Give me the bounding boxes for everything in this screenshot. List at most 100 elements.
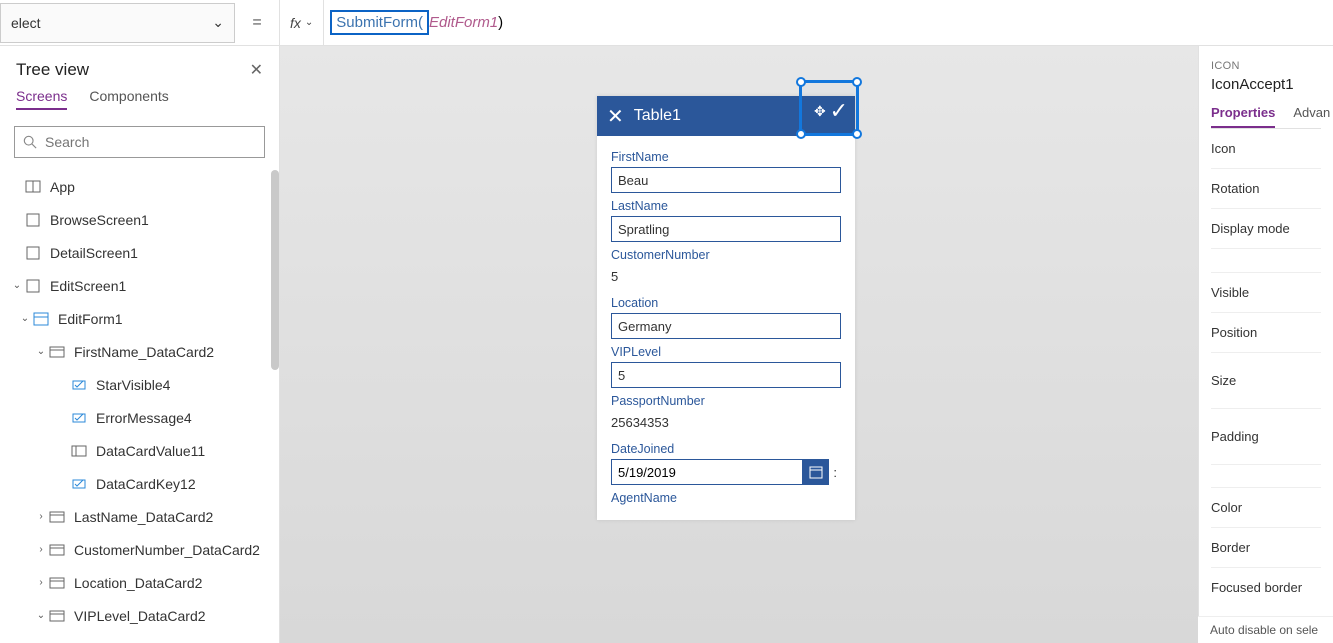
- search-input[interactable]: [45, 134, 256, 150]
- tree-label: App: [50, 179, 75, 195]
- datacard-icon: [48, 541, 66, 559]
- field-label: PassportNumber: [611, 394, 841, 408]
- datacard-icon: [48, 508, 66, 526]
- tree-item-lncard[interactable]: › LastName_DataCard2: [0, 500, 279, 533]
- fx-label: fx: [290, 15, 301, 31]
- resize-handle[interactable]: [852, 129, 862, 139]
- tree-item-detail[interactable]: DetailScreen1: [0, 236, 279, 269]
- tab-properties[interactable]: Properties: [1211, 105, 1275, 128]
- app-header: ✕ Table1 ✓ ✥: [597, 96, 855, 136]
- tree-item-star[interactable]: StarVisible4: [0, 368, 279, 401]
- prop-row-visible[interactable]: Visible: [1211, 273, 1321, 313]
- prop-row-icon[interactable]: Icon: [1211, 129, 1321, 169]
- label-icon: [70, 376, 88, 394]
- canvas-area[interactable]: ✕ Table1 ✓ ✥ FirstName Beau LastName Spr…: [280, 46, 1198, 643]
- resize-handle[interactable]: [796, 77, 806, 87]
- time-sep: :: [829, 465, 841, 480]
- tree-label: DataCardKey12: [96, 476, 196, 492]
- tree-item-dcv[interactable]: DataCardValue11: [0, 434, 279, 467]
- tree-label: ErrorMessage4: [96, 410, 192, 426]
- datacard-icon: [48, 343, 66, 361]
- search-icon: [23, 135, 37, 149]
- tree-label: LastName_DataCard2: [74, 509, 213, 525]
- tree-label: EditScreen1: [50, 278, 126, 294]
- tree-item-fncard[interactable]: ⌄ FirstName_DataCard2: [0, 335, 279, 368]
- calendar-icon[interactable]: [803, 459, 829, 485]
- form-icon: [32, 310, 50, 328]
- lastname-input[interactable]: Spratling: [611, 216, 841, 242]
- prop-footer[interactable]: Auto disable on sele: [1198, 616, 1333, 643]
- tree-label: StarVisible4: [96, 377, 170, 393]
- field-label: CustomerNumber: [611, 248, 841, 262]
- tree-view-title: Tree view: [16, 60, 89, 80]
- chevron-down-icon: ⌄: [305, 17, 313, 28]
- tree-label: CustomerNumber_DataCard2: [74, 542, 260, 558]
- prop-row-rotation[interactable]: Rotation: [1211, 169, 1321, 209]
- date-value[interactable]: 5/19/2019: [611, 459, 803, 485]
- field-label: FirstName: [611, 150, 841, 164]
- field-label: AgentName: [611, 491, 841, 505]
- firstname-input[interactable]: Beau: [611, 167, 841, 193]
- chevron-right-icon: ›: [34, 577, 48, 588]
- custnum-value: 5: [611, 265, 841, 290]
- prop-row-display[interactable]: Display mode: [1211, 209, 1321, 249]
- tree-label: DetailScreen1: [50, 245, 138, 261]
- tab-advanced[interactable]: Advan: [1293, 105, 1330, 128]
- check-icon: ✓: [830, 98, 848, 124]
- prop-row-padding[interactable]: Padding: [1211, 409, 1321, 464]
- tree-item-loccard[interactable]: › Location_DataCard2: [0, 566, 279, 599]
- equals-sign: =: [235, 14, 279, 32]
- chevron-down-icon: ⌄: [10, 280, 24, 291]
- field-label: DateJoined: [611, 442, 841, 456]
- datacard-icon: [48, 574, 66, 592]
- datejoined-input[interactable]: 5/19/2019 :: [611, 459, 841, 485]
- tree-list: App BrowseScreen1 DetailScreen1 ⌄ EditSc…: [0, 170, 279, 643]
- tree-label: VIPLevel_DataCard2: [74, 608, 206, 624]
- field-label: LastName: [611, 199, 841, 213]
- fx-button[interactable]: fx ⌄: [279, 0, 324, 45]
- prop-row-border[interactable]: Border: [1211, 528, 1321, 568]
- resize-handle[interactable]: [796, 129, 806, 139]
- tree-item-edit[interactable]: ⌄ EditScreen1: [0, 269, 279, 302]
- tree-label: EditForm1: [58, 311, 123, 327]
- tree-item-vipcard[interactable]: ⌄ VIPLevel_DataCard2: [0, 599, 279, 632]
- property-dropdown[interactable]: elect ⌄: [0, 3, 235, 43]
- tree-item-cncard[interactable]: › CustomerNumber_DataCard2: [0, 533, 279, 566]
- field-label: Location: [611, 296, 841, 310]
- screen-icon: [24, 277, 42, 295]
- vip-input[interactable]: 5: [611, 362, 841, 388]
- tree-label: FirstName_DataCard2: [74, 344, 214, 360]
- app-preview: ✕ Table1 ✓ ✥ FirstName Beau LastName Spr…: [597, 96, 855, 520]
- tree-item-dck[interactable]: DataCardKey12: [0, 467, 279, 500]
- prop-row-position[interactable]: Position: [1211, 313, 1321, 353]
- field-label: VIPLevel: [611, 345, 841, 359]
- formula-close: ): [498, 14, 503, 31]
- textinput-icon: [70, 442, 88, 460]
- chevron-down-icon: ⌄: [18, 313, 32, 324]
- tree-label: DataCardValue11: [96, 443, 205, 459]
- resize-handle[interactable]: [852, 77, 862, 87]
- move-icon: ✥: [814, 103, 826, 120]
- tree-label: BrowseScreen1: [50, 212, 149, 228]
- search-box[interactable]: [14, 126, 265, 158]
- location-input[interactable]: Germany: [611, 313, 841, 339]
- tab-screens[interactable]: Screens: [16, 88, 67, 110]
- prop-row-size[interactable]: Size: [1211, 353, 1321, 409]
- close-icon[interactable]: ✕: [607, 104, 624, 129]
- prop-row-focused[interactable]: Focused border: [1211, 568, 1321, 607]
- tab-components[interactable]: Components: [89, 88, 168, 110]
- prop-row-color[interactable]: Color: [1211, 488, 1321, 528]
- formula-function: SubmitForm(: [330, 10, 429, 35]
- chevron-down-icon: ⌄: [34, 346, 48, 357]
- formula-input[interactable]: SubmitForm( EditForm1 ): [324, 10, 503, 35]
- tree-item-app[interactable]: App: [0, 170, 279, 203]
- tree-item-editform[interactable]: ⌄ EditForm1: [0, 302, 279, 335]
- tree-item-err[interactable]: ErrorMessage4: [0, 401, 279, 434]
- tree-item-browse[interactable]: BrowseScreen1: [0, 203, 279, 236]
- property-label: elect: [11, 15, 41, 31]
- close-icon[interactable]: ✕: [250, 60, 263, 80]
- prop-control-name: IconAccept1: [1211, 76, 1321, 93]
- scrollbar[interactable]: [271, 170, 279, 370]
- icon-accept-selection[interactable]: ✓ ✥: [799, 80, 859, 136]
- datacard-icon: [48, 607, 66, 625]
